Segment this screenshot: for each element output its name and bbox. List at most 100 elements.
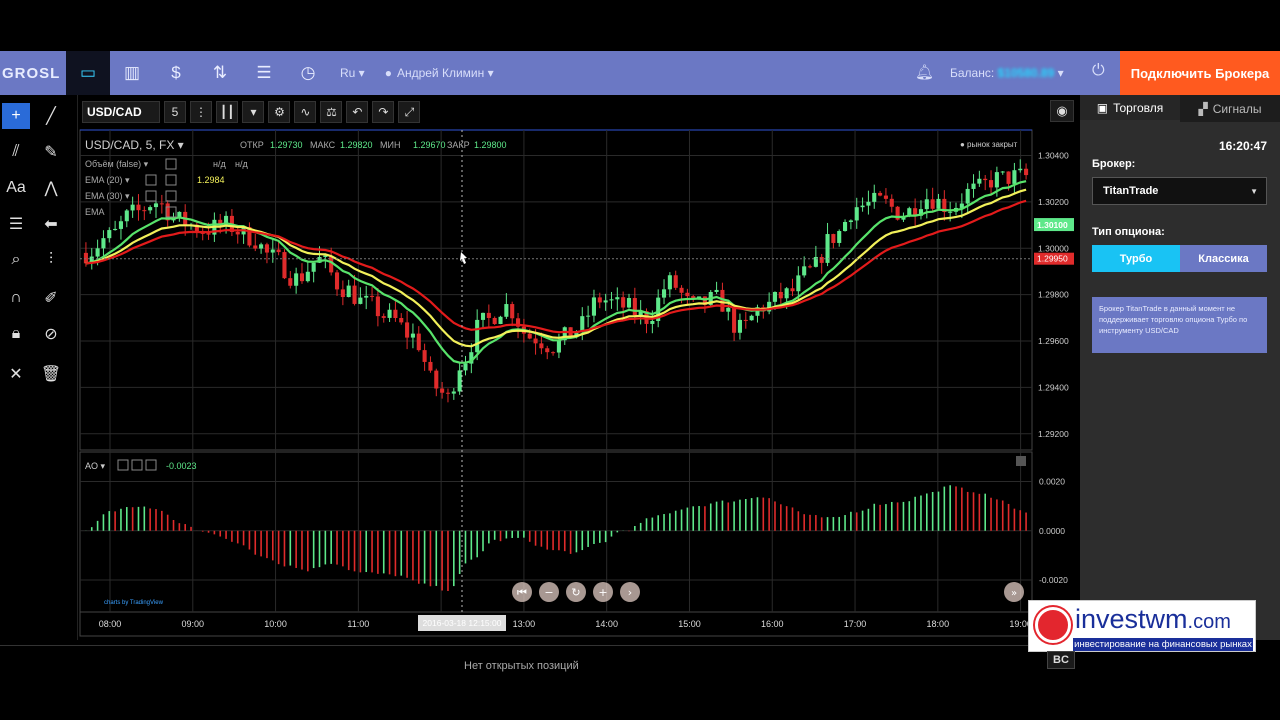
candle-body [936, 198, 941, 209]
candle-body [650, 320, 655, 324]
candle-body [253, 245, 258, 249]
candle-body [1012, 170, 1017, 184]
candle-body [597, 297, 602, 303]
candle-body [965, 188, 970, 204]
legend-close-label: ЗАКР [447, 140, 470, 150]
power-icon[interactable]: ⏻ [1092, 62, 1105, 80]
ao-value: -0.0023 [166, 461, 197, 471]
ema20-legend: EMA (20) ▾ [85, 175, 130, 185]
osc-tick-label: -0.0020 [1039, 575, 1068, 585]
candle-body [463, 363, 468, 371]
chart-nav-icon: ↻ [571, 586, 580, 599]
ao-legend: AO ▾ [85, 461, 106, 471]
connect-broker-button[interactable]: Подключить Брокера [1120, 51, 1280, 95]
tradingview-credit: charts by TradingView [104, 600, 164, 606]
legend-control-icon [145, 174, 157, 186]
candle-body [848, 220, 853, 222]
time-tick-label: 13:00 [513, 619, 536, 629]
candle-body [428, 361, 433, 371]
candle-body [480, 312, 486, 320]
legend-open: 1.29730 [270, 140, 303, 150]
ema-legend: EMA [85, 207, 105, 217]
candle-body [924, 199, 929, 210]
candle-body [807, 266, 813, 268]
candle-body [95, 248, 100, 257]
mark-price-label: 1.29950 [1037, 254, 1068, 264]
price-tick-label: 1.30400 [1038, 151, 1069, 161]
candle-body [737, 319, 742, 333]
candle-body [726, 307, 731, 312]
candle-body [971, 183, 976, 189]
candle-body [235, 231, 240, 235]
candle-body [621, 297, 626, 308]
candle-body [492, 317, 497, 325]
classic-button[interactable]: Классика [1180, 245, 1267, 272]
broker-label: Брокер: [1092, 158, 1136, 170]
ema-yellow-line [85, 188, 1027, 348]
candle-body [615, 297, 620, 300]
candle-body [1024, 168, 1029, 176]
tab-trade[interactable]: ▣ Торговля [1080, 95, 1180, 122]
candle-body [457, 370, 462, 392]
time-tick-label: 17:00 [844, 619, 867, 629]
turbo-button[interactable]: Турбо [1092, 245, 1180, 272]
candle-body [410, 333, 415, 338]
candle-body [445, 392, 451, 394]
tab-signals[interactable]: ▞ Сигналы [1180, 95, 1280, 122]
watermark-name: investwm.com [1075, 604, 1231, 635]
candle-body [113, 228, 118, 231]
candle-body [288, 278, 293, 286]
broker-notice: Брокер TitanTrade в данный момент не под… [1092, 297, 1267, 353]
legend-high-label: МАКС [310, 140, 336, 150]
wm-tld: .com [1187, 611, 1231, 633]
broker-select[interactable]: TitanTrade ▼ [1092, 177, 1267, 205]
legend-close: 1.29800 [474, 140, 507, 150]
time-tick-label: 08:00 [99, 619, 122, 629]
candle-body [364, 295, 369, 298]
candle-body [118, 221, 124, 229]
candle-body [772, 291, 778, 302]
candle-body [533, 338, 538, 344]
candle-body [878, 192, 883, 196]
candle-body [802, 266, 807, 276]
candle-body [883, 195, 888, 199]
candle-body [743, 319, 748, 321]
mouse-cursor-icon [460, 252, 467, 264]
candle-body [340, 289, 345, 298]
candle-body [259, 244, 264, 249]
candle-body [632, 298, 637, 316]
globe-logo-icon [1035, 607, 1071, 643]
candle-body [586, 315, 591, 317]
time-tick-label: 09:00 [182, 619, 205, 629]
candle-body [387, 309, 392, 318]
chart-area[interactable]: 08:0009:0010:0011:0012:0013:0014:0015:00… [0, 0, 1080, 640]
candle-body [381, 316, 386, 318]
trade-panel: ▣ Торговля ▞ Сигналы 16:20:47 Брокер: Tita… [1080, 95, 1280, 640]
bc-button[interactable]: BC [1047, 651, 1075, 669]
ema-lines [85, 180, 1027, 364]
candle-body [889, 198, 894, 207]
candle-body [370, 295, 375, 297]
ao-control-icon [117, 459, 129, 471]
candle-body [580, 316, 585, 332]
candle-body [475, 319, 480, 353]
candle-body [294, 273, 299, 286]
candle-body [142, 210, 147, 212]
osc-tick-label: 0.0000 [1039, 526, 1065, 536]
broker-value: TitanTrade [1103, 185, 1159, 197]
candle-body [434, 370, 439, 389]
candle-body [603, 300, 608, 303]
chart-nav-icon: › [628, 586, 632, 599]
no-positions-text: Нет открытых позиций [464, 660, 579, 672]
candle-body [679, 287, 684, 293]
watermark-tagline: инвестирование на финансовых рынках [1073, 638, 1253, 651]
candle-body [545, 348, 550, 353]
candle-body [422, 350, 427, 362]
price-tick-label: 1.29800 [1038, 290, 1069, 300]
candle-body [148, 207, 153, 211]
candle-body [504, 304, 509, 317]
positions-panel: Нет открытых позиций [0, 640, 1280, 720]
candle-body [334, 272, 340, 290]
tab-signals-label: Сигналы [1212, 101, 1262, 116]
candle-body [352, 285, 357, 304]
